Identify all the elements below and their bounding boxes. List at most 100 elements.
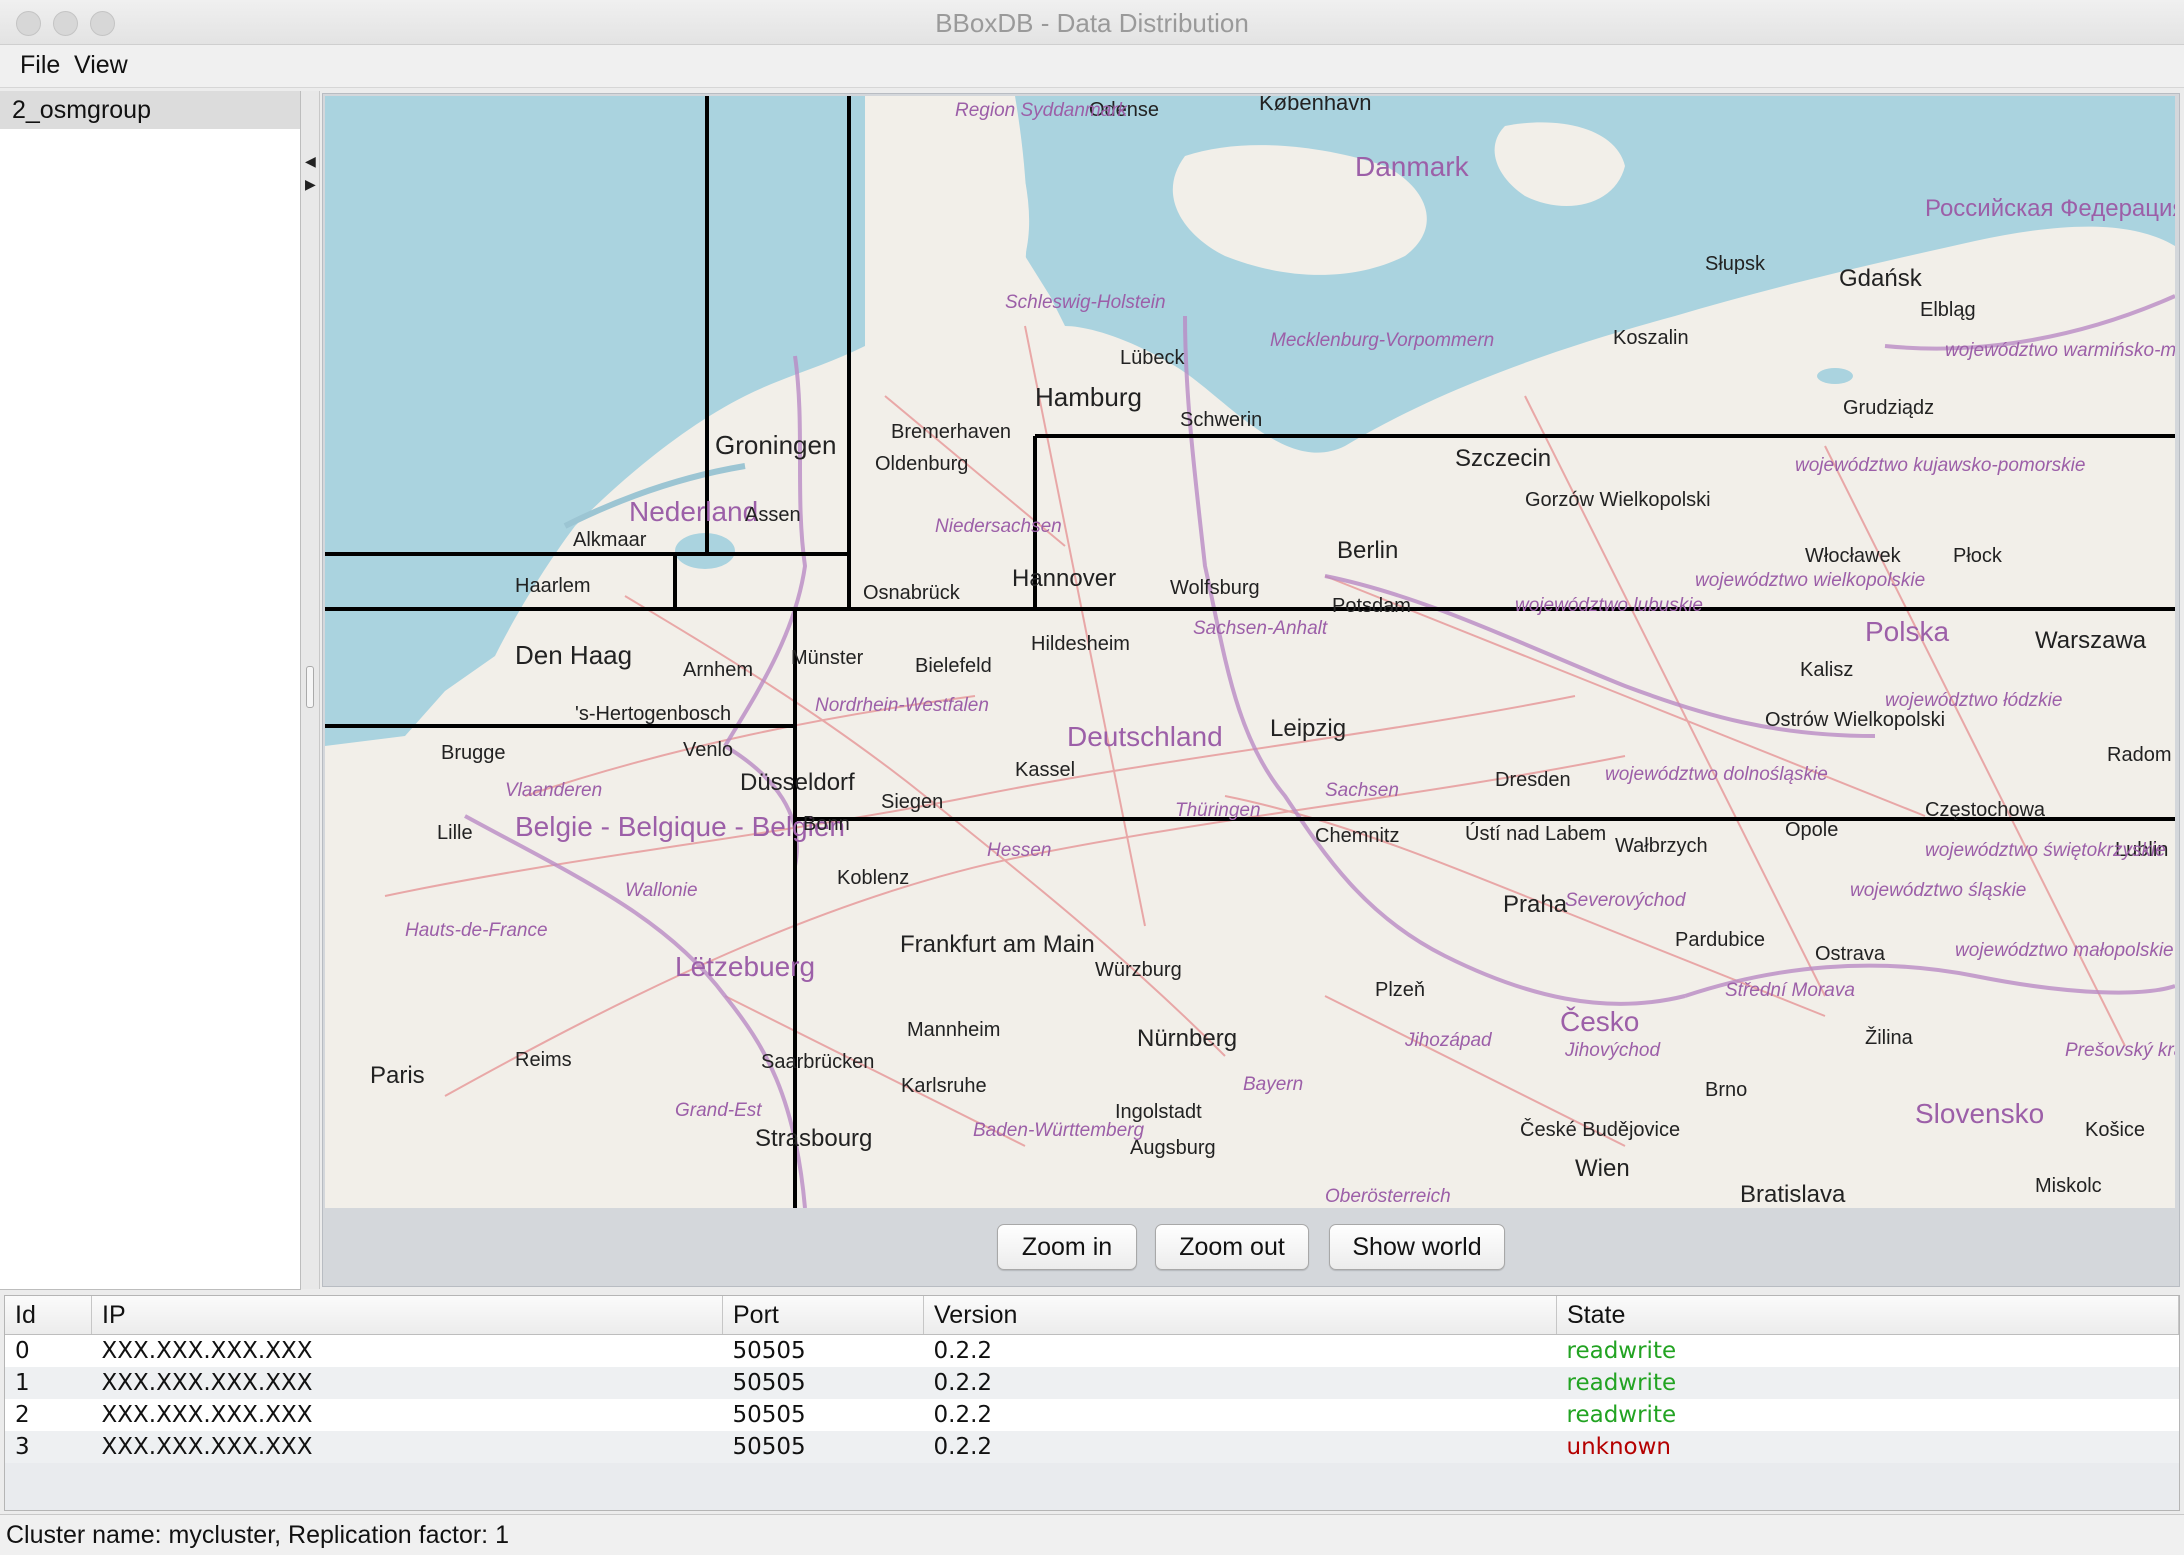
country-label: Lëtzebuerg — [675, 951, 815, 982]
city-label: Ústí nad Labem — [1465, 822, 1606, 845]
title-bar: BBoxDB - Data Distribution — [0, 0, 2184, 45]
city-label: Ostrava — [1815, 943, 1886, 965]
cell-port: 50505 — [722, 1367, 924, 1399]
city-label: Strasbourg — [755, 1125, 872, 1152]
menu-file[interactable]: File — [20, 51, 60, 80]
column-header-port[interactable]: Port — [722, 1296, 924, 1335]
cell-ip: XXX.XXX.XXX.XXX — [91, 1399, 723, 1431]
map-panel: Danmark Nederland Deutschland Polska Čes… — [322, 93, 2180, 1287]
city-label: Kalisz — [1800, 659, 1853, 681]
country-label: Slovensko — [1915, 1098, 2044, 1129]
cell-ip: XXX.XXX.XXX.XXX — [91, 1367, 723, 1399]
divider-grip-icon[interactable] — [306, 666, 314, 708]
menu-view[interactable]: View — [74, 51, 128, 80]
node-table: Id IP Port Version State 0 XXX.XXX.XXX.X… — [4, 1295, 2180, 1511]
city-label: Groningen — [715, 430, 836, 460]
city-label: København — [1259, 96, 1372, 115]
city-label: Miskolc — [2035, 1175, 2102, 1197]
city-label: Leipzig — [1270, 715, 1346, 742]
cell-version: 0.2.2 — [923, 1367, 1557, 1399]
city-label: Reims — [515, 1049, 572, 1071]
city-label: Assen — [745, 504, 801, 526]
city-label: Oldenburg — [875, 453, 968, 475]
city-label: Wałbrzych — [1615, 835, 1708, 857]
column-header-state[interactable]: State — [1556, 1296, 2179, 1335]
region-label: Bayern — [1243, 1074, 1303, 1095]
lake — [1248, 381, 1292, 401]
cell-id: 3 — [5, 1431, 92, 1463]
lake — [1817, 368, 1853, 384]
cell-state: unknown — [1556, 1431, 2179, 1463]
country-label: Danmark — [1355, 151, 1470, 182]
cell-ip: XXX.XXX.XXX.XXX — [91, 1334, 723, 1367]
region-label: województwo wielkopolskie — [1695, 570, 1925, 591]
city-label: Arnhem — [683, 659, 753, 681]
city-label: Pardubice — [1675, 929, 1765, 951]
region-label: Nordrhein-Westfalen — [815, 695, 989, 716]
status-text: Cluster name: mycluster, Replication fac… — [6, 1521, 509, 1549]
city-label: Mannheim — [907, 1019, 1000, 1041]
city-label: Chemnitz — [1315, 825, 1399, 847]
region-label: Střední Morava — [1725, 980, 1855, 1001]
region-label: województwo łódzkie — [1885, 690, 2062, 711]
city-label: Słupsk — [1705, 253, 1766, 275]
city-label: Bielefeld — [915, 655, 992, 677]
city-label: Lille — [437, 822, 473, 844]
show-world-button[interactable]: Show world — [1329, 1224, 1505, 1270]
region-label: województwo śląskie — [1850, 880, 2026, 901]
region-label: Region Syddanmark — [955, 100, 1129, 121]
city-label: Košice — [2085, 1119, 2145, 1141]
region-label: Vlaanderen — [505, 780, 602, 801]
city-label: Praha — [1503, 891, 1568, 918]
country-label: Российская Федерация — [1925, 195, 2175, 222]
city-label: Koblenz — [837, 867, 909, 889]
city-label: Grudziądz — [1843, 397, 1934, 419]
city-label: Szczecin — [1455, 445, 1551, 472]
city-label: Münster — [791, 647, 864, 669]
table-row[interactable]: 0 XXX.XXX.XXX.XXX 50505 0.2.2 readwrite — [5, 1334, 2179, 1367]
region-label: województwo świętokrzyskie — [1925, 840, 2166, 861]
city-label: Bremerhaven — [891, 421, 1011, 443]
city-label: Potsdam — [1332, 595, 1411, 617]
region-label: województwo kujawsko-pomorskie — [1795, 455, 2085, 476]
table-row[interactable]: 2 XXX.XXX.XXX.XXX 50505 0.2.2 readwrite — [5, 1399, 2179, 1431]
region-label: województwo małopolskie — [1955, 940, 2174, 961]
city-label: Den Haag — [515, 640, 632, 670]
city-label: Saarbrücken — [761, 1051, 874, 1073]
region-label: Hauts-de-France — [405, 920, 548, 941]
city-label: Alkmaar — [573, 529, 647, 551]
group-list-item[interactable]: 2_osmgroup — [0, 91, 300, 129]
column-header-ip[interactable]: IP — [91, 1296, 723, 1335]
region-label: Mecklenburg-Vorpommern — [1270, 330, 1494, 351]
region-label: Sachsen-Anhalt — [1193, 618, 1328, 639]
city-label: Płock — [1953, 545, 2003, 567]
status-bar: Cluster name: mycluster, Replication fac… — [0, 1514, 2184, 1555]
window-title: BBoxDB - Data Distribution — [935, 8, 1249, 38]
city-label: Włocławek — [1805, 545, 1902, 567]
country-label: Belgie - Belgique - Belgien — [515, 811, 845, 842]
collapse-left-icon[interactable]: ◀ — [305, 153, 316, 170]
city-label: Koszalin — [1613, 327, 1689, 349]
city-label: Venlo — [683, 739, 733, 761]
city-label: Paris — [370, 1062, 425, 1089]
osm-map[interactable]: Danmark Nederland Deutschland Polska Čes… — [325, 96, 2175, 1208]
cell-state: readwrite — [1556, 1367, 2179, 1399]
zoom-out-button[interactable]: Zoom out — [1155, 1224, 1309, 1270]
zoom-in-button[interactable]: Zoom in — [997, 1224, 1137, 1270]
expand-right-icon[interactable]: ▶ — [305, 176, 316, 193]
city-label: Opole — [1785, 819, 1838, 841]
column-header-id[interactable]: Id — [5, 1296, 92, 1335]
city-label: Bonn — [803, 813, 850, 835]
city-label: Gdańsk — [1839, 265, 1923, 292]
city-label: Haarlem — [515, 575, 591, 597]
city-label: Würzburg — [1095, 959, 1182, 981]
cell-version: 0.2.2 — [923, 1334, 1557, 1367]
table-row[interactable]: 3 XXX.XXX.XXX.XXX 50505 0.2.2 unknown — [5, 1431, 2179, 1463]
region-label: województwo dolnośląskie — [1605, 764, 1828, 785]
city-label: Wolfsburg — [1170, 577, 1260, 599]
cell-port: 50505 — [722, 1334, 924, 1367]
column-header-version[interactable]: Version — [923, 1296, 1557, 1335]
table-row[interactable]: 1 XXX.XXX.XXX.XXX 50505 0.2.2 readwrite — [5, 1367, 2179, 1399]
split-pane-divider[interactable]: ◀ ▶ — [301, 91, 320, 1289]
city-label: České Budějovice — [1520, 1118, 1680, 1141]
